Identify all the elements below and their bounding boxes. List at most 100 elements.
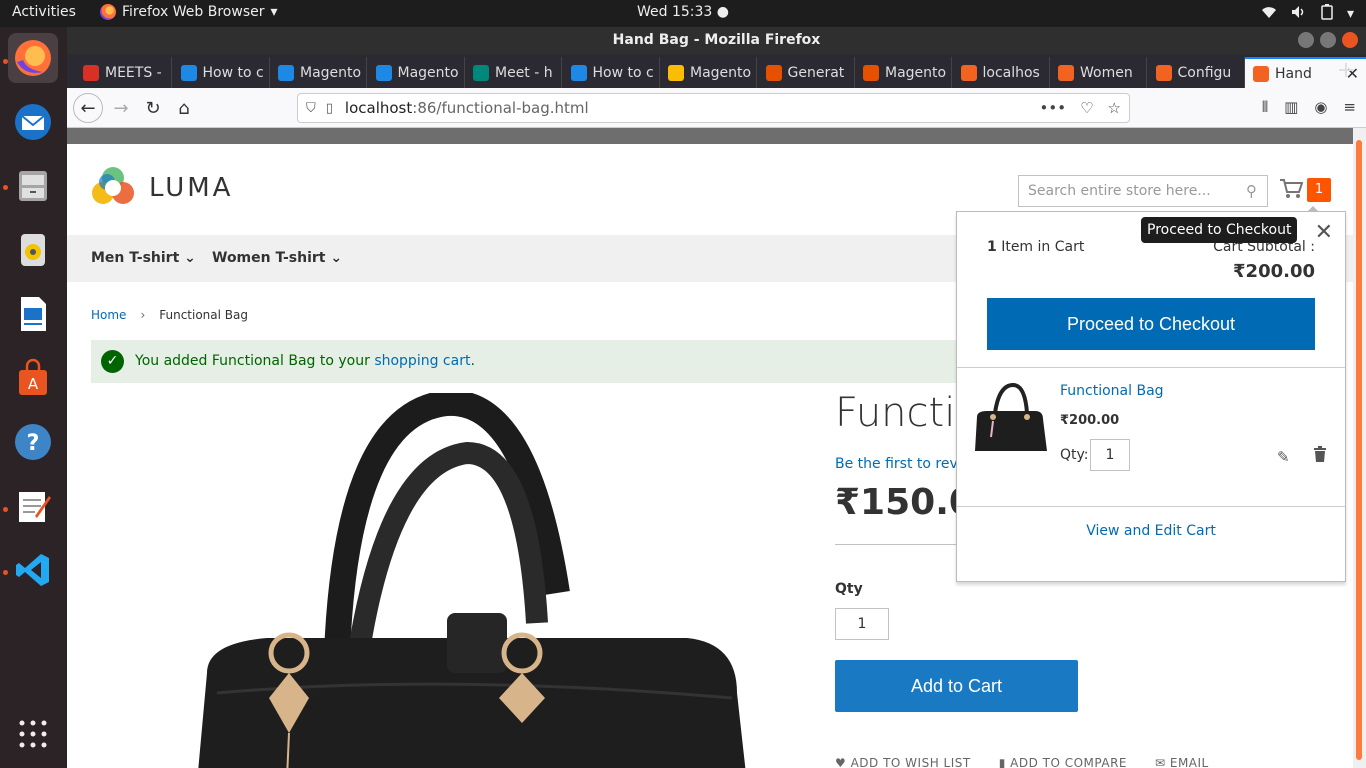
clock[interactable]: Wed 15:33 ●	[637, 4, 729, 20]
email-link[interactable]: ✉ EMAIL	[1155, 756, 1209, 768]
checkmark-icon: ✓	[101, 350, 124, 373]
browser-tab[interactable]: Meet - h	[465, 57, 562, 88]
dock-thunderbird[interactable]	[8, 97, 58, 147]
minicart-dropdown: ✕ 1 Item in Cart Cart Subtotal : ₹200.00…	[956, 206, 1346, 582]
system-tray[interactable]: ▾	[1261, 4, 1354, 24]
favicon-icon	[960, 64, 977, 81]
store-logo[interactable]: LUMA	[91, 166, 233, 210]
browser-tab[interactable]: Generat	[758, 57, 855, 88]
menu-men-tshirt[interactable]: Men T-shirt ⌄	[91, 250, 196, 266]
browser-tab[interactable]: Women	[1050, 57, 1147, 88]
hamburger-menu-icon[interactable]: ≡	[1343, 98, 1356, 116]
close-icon[interactable]: ✕	[1315, 220, 1333, 245]
subtotal-value: ₹200.00	[1233, 261, 1315, 282]
url-text[interactable]: localhost:86/functional-bag.html	[345, 99, 589, 117]
minicart-item-thumbnail[interactable]	[971, 377, 1049, 457]
app-grid-icon	[19, 720, 47, 748]
favicon-icon	[570, 64, 587, 81]
qty-input[interactable]: 1	[835, 608, 889, 640]
maximize-button[interactable]	[1320, 32, 1336, 48]
url-bar[interactable]: ⛉ ▯ localhost:86/functional-bag.html •••…	[297, 93, 1130, 123]
dock-vscode[interactable]	[8, 545, 58, 595]
cart-count-badge[interactable]: 1	[1307, 178, 1331, 202]
scrollbar-thumb[interactable]	[1356, 140, 1362, 760]
sidebar-icon[interactable]: ▥	[1284, 98, 1298, 116]
add-to-wishlist-link[interactable]: ♥ ADD TO WISH LIST	[835, 756, 971, 768]
dock-files[interactable]	[8, 161, 58, 211]
page-actions-icon[interactable]: •••	[1040, 99, 1067, 117]
chevron-down-icon: ▾	[270, 4, 278, 20]
library-icon[interactable]: ⫴	[1262, 98, 1268, 116]
add-to-cart-button[interactable]: Add to Cart	[835, 660, 1078, 712]
dock-rhythmbox[interactable]	[8, 225, 58, 275]
divider	[957, 506, 1345, 507]
new-tab-button[interactable]: +	[1332, 58, 1360, 83]
search-input[interactable]: Search entire store here... ⚲	[1018, 175, 1268, 207]
favicon-icon	[278, 64, 294, 81]
chevron-right-icon: ›	[140, 308, 146, 322]
shopping-cart-icon[interactable]	[1279, 178, 1304, 206]
favicon-icon	[1058, 64, 1074, 81]
luma-logo-icon	[92, 167, 134, 204]
dock-help[interactable]: ?	[8, 417, 58, 467]
dock-firefox[interactable]	[8, 33, 58, 83]
gnome-top-bar: Activities Firefox Web Browser ▾ Wed 15:…	[0, 0, 1366, 27]
shield-icon[interactable]: ⛉	[306, 101, 316, 116]
menu-women-tshirt[interactable]: Women T-shirt ⌄	[212, 250, 342, 266]
browser-tab[interactable]: Magento	[270, 57, 367, 88]
app-menu[interactable]: Firefox Web Browser ▾	[100, 4, 278, 20]
minicart-item-count: 1 Item in Cart	[987, 239, 1085, 255]
window-title-bar[interactable]: Hand Bag - Mozilla Firefox	[67, 27, 1366, 54]
svg-text:A: A	[28, 375, 39, 393]
pocket-icon[interactable]: ♡	[1080, 99, 1093, 117]
breadcrumb: Home › Functional Bag	[91, 308, 248, 322]
browser-tab[interactable]: Configu	[1148, 57, 1245, 88]
review-link[interactable]: Be the first to revie	[835, 456, 970, 472]
favicon-icon	[180, 64, 197, 81]
minicart-qty-label: Qty:	[1060, 447, 1089, 463]
handbag-thumbnail	[975, 382, 1047, 451]
minimize-button[interactable]	[1298, 32, 1314, 48]
add-to-compare-link[interactable]: ▮ ADD TO COMPARE	[999, 756, 1127, 768]
dock-writer[interactable]	[8, 289, 58, 339]
back-button[interactable]: ←	[73, 93, 103, 123]
search-icon[interactable]: ⚲	[1246, 182, 1257, 200]
proceed-to-checkout-button[interactable]: Proceed to Checkout	[987, 298, 1315, 350]
shopping-cart-link[interactable]: shopping cart	[374, 353, 470, 369]
browser-tab[interactable]: How to c	[173, 57, 270, 88]
dock: A ?	[0, 27, 67, 768]
browser-tab[interactable]: Magento	[660, 57, 757, 88]
home-button[interactable]: ⌂	[170, 94, 198, 122]
pencil-icon[interactable]: ✎	[1277, 448, 1290, 466]
view-and-edit-cart-link[interactable]: View and Edit Cart	[957, 523, 1345, 539]
bookmark-star-icon[interactable]: ☆	[1108, 99, 1121, 117]
tab-label: Configu	[1177, 64, 1232, 81]
account-icon[interactable]: ◉	[1314, 98, 1327, 116]
reload-button[interactable]: ↻	[139, 94, 167, 122]
close-window-button[interactable]	[1342, 32, 1358, 48]
page-icon[interactable]: ▯	[326, 101, 333, 116]
product-image[interactable]	[147, 389, 747, 768]
dock-text-editor[interactable]	[8, 481, 58, 531]
tab-label: Hand	[1275, 65, 1312, 82]
breadcrumb-current: Functional Bag	[159, 308, 248, 322]
forward-button[interactable]: →	[107, 94, 135, 122]
page-scrollbar[interactable]	[1353, 128, 1366, 768]
tab-label: Magento	[397, 64, 459, 81]
logo-text: LUMA	[149, 173, 234, 203]
thunderbird-icon	[15, 104, 51, 140]
browser-tab[interactable]: Magento	[368, 57, 465, 88]
trash-icon[interactable]	[1313, 446, 1327, 466]
activities-button[interactable]: Activities	[12, 4, 76, 20]
breadcrumb-home[interactable]: Home	[91, 308, 126, 322]
browser-tab[interactable]: Magento	[855, 57, 952, 88]
dock-software[interactable]: A	[8, 353, 58, 403]
minicart-qty-input[interactable]: 1	[1090, 439, 1130, 471]
browser-tab[interactable]: How to c	[563, 57, 660, 88]
favicon-icon	[473, 64, 489, 81]
show-applications-button[interactable]	[8, 709, 58, 759]
volume-icon	[1291, 5, 1307, 23]
browser-tab[interactable]: MEETS -	[75, 57, 172, 88]
minicart-item-name[interactable]: Functional Bag	[1060, 383, 1164, 399]
browser-tab[interactable]: localhos	[953, 57, 1050, 88]
